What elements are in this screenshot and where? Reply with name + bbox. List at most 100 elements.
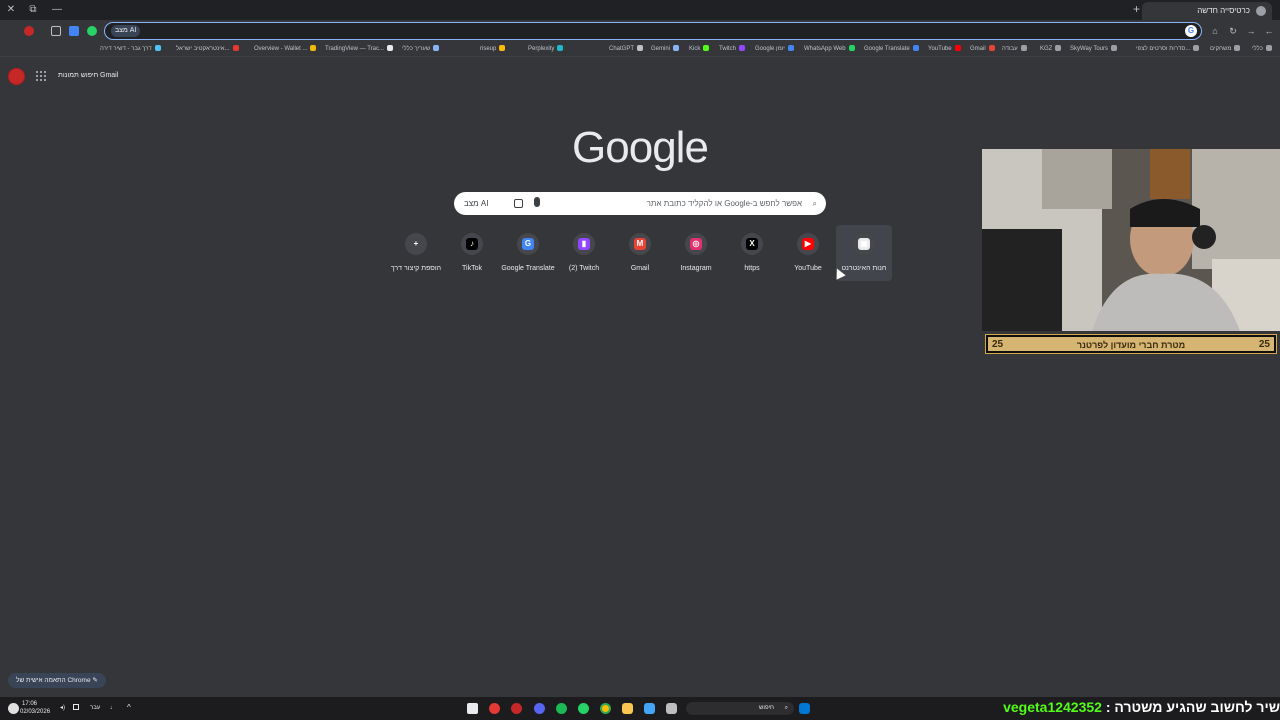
bookmark-item[interactable]: עבודה (1002, 45, 1027, 54)
folder-icon (1020, 45, 1027, 52)
restore-window-icon[interactable]: ⧉ (26, 3, 40, 17)
bookmark-item[interactable]: Google יומן (755, 45, 794, 54)
translate-extension-icon[interactable] (69, 26, 79, 36)
tab-new-tab[interactable]: כרטיסייה חדשה (1142, 2, 1272, 20)
app-icon-2[interactable] (489, 703, 500, 714)
gmail-link[interactable]: Gmail (100, 71, 118, 81)
mic-icon[interactable] (534, 197, 540, 207)
bookmark-item[interactable]: TradingView — Trac... (325, 45, 394, 54)
start-icon[interactable] (799, 703, 810, 714)
shortcut-tile[interactable]: G Google Translate (500, 230, 556, 282)
bookmark-item[interactable]: דרך גבר - דשיר דירה (100, 45, 161, 54)
tradingview-icon (387, 45, 394, 52)
app-icon-3[interactable] (511, 703, 522, 714)
app-icon-1[interactable] (467, 703, 478, 714)
tray-chevron-icon[interactable]: ^ (127, 704, 131, 712)
notification-icon[interactable] (8, 703, 19, 714)
shortcut-icon-bg: M (629, 233, 651, 255)
chatgpt-icon (637, 45, 644, 52)
webcam-overlay (982, 149, 1280, 331)
new-tab-button[interactable]: + (1133, 2, 1140, 16)
goal-label: מטרת חברי מועדון לפרטנר (1076, 340, 1186, 350)
close-window-icon[interactable]: ✕ (4, 3, 18, 17)
customize-chrome-button[interactable]: התאמה אישית של Chrome ✎ (8, 673, 106, 688)
bookmark-item[interactable]: משחקים (1210, 45, 1241, 54)
shortcut-tile[interactable]: ♪ TikTok (444, 230, 500, 282)
shortcut-tile[interactable]: Xhttps (724, 230, 780, 282)
shortcut-label: הוספת קיצור דרך (390, 265, 442, 272)
youtube-icon (954, 45, 961, 52)
shortcut-tile[interactable]: M Gmail (612, 230, 668, 282)
bookmark-item[interactable]: כללי (1252, 45, 1272, 54)
task-view-icon[interactable] (666, 703, 677, 714)
bookmark-item[interactable]: KGZ (1040, 45, 1062, 54)
bookmark-item[interactable]: Gemini (651, 45, 680, 54)
images-link[interactable]: חיפוש תמונות (58, 71, 98, 81)
bookmark-item[interactable]: Perplexity (528, 45, 564, 54)
google-lens-icon[interactable]: G (1185, 25, 1197, 37)
reload-icon[interactable]: ↻ (1228, 26, 1238, 36)
bookmark-item[interactable]: WhatsApp Web (804, 45, 855, 54)
language-indicator[interactable]: עבר (90, 705, 100, 712)
home-icon[interactable]: ⌂ (1210, 26, 1220, 36)
pencil-icon: ✎ (92, 677, 98, 684)
mic-tray-icon[interactable]: ♩ (110, 705, 116, 712)
whatsapp-icon[interactable] (578, 703, 589, 714)
bookmark-label: Overview - Wallet ... (254, 46, 308, 52)
whatsapp-extension-icon[interactable] (87, 26, 97, 36)
tab-title: כרטיסייה חדשה (1197, 6, 1250, 15)
taskbar-search[interactable]: חיפוש ⌕ (686, 702, 794, 715)
shortcut-icon-bg: ▣ (853, 233, 875, 255)
bookmark-item[interactable]: Overview - Wallet ... (254, 45, 317, 54)
spotify-icon[interactable] (556, 703, 567, 714)
shortcut-icon-bg: G (517, 233, 539, 255)
bookmark-item[interactable]: riseup (480, 45, 506, 54)
address-bar[interactable]: מצב AI G (104, 22, 1202, 40)
bank-icon (232, 45, 239, 52)
chrome-icon[interactable] (600, 703, 611, 714)
discord-icon[interactable] (534, 703, 545, 714)
taskbar-search-label: חיפוש (759, 705, 774, 711)
volume-icon[interactable]: ◂) (60, 705, 65, 712)
bookmark-label: Gemini (651, 46, 671, 52)
bookmark-label: Twitch (719, 46, 737, 52)
lens-icon[interactable] (514, 199, 523, 208)
bookmark-item[interactable]: YouTube (928, 45, 961, 54)
translate-icon (912, 45, 919, 52)
bookmark-item[interactable]: Twitch (719, 45, 746, 54)
bookmark-item[interactable]: Gmail (970, 45, 995, 54)
shortcut-tile[interactable]: ▶ YouTube (780, 230, 836, 282)
bookmark-item[interactable]: ChatGPT (609, 45, 644, 54)
bookmark-label: Google Translate (864, 46, 910, 52)
bookmark-label: WhatsApp Web (804, 46, 846, 52)
bookmark-item[interactable]: אינטראקטיב ישראל... (176, 45, 239, 54)
webstore-icon: ▣ (858, 238, 870, 250)
network-icon[interactable] (73, 704, 79, 710)
bookmark-item[interactable]: SkyWay Tours (1070, 45, 1118, 54)
search-input[interactable]: אפשר לחפש ב-Google או להקליד כתובת אתר (647, 192, 802, 215)
profile-icon[interactable] (24, 26, 34, 36)
bookmark-item[interactable]: Kick (689, 45, 710, 54)
file-explorer-icon[interactable] (622, 703, 633, 714)
extensions-icon[interactable] (51, 26, 61, 36)
taskbar-date[interactable]: 02/03/2026 (20, 709, 50, 716)
back-icon[interactable]: ← (1264, 26, 1274, 36)
store-icon[interactable] (644, 703, 655, 714)
ai-mode-chip[interactable]: מצב AI (111, 25, 141, 37)
chat-ticker: שיר לחשוב שהגיע משטרה : vegeta1242352 (980, 697, 1280, 720)
bookmark-label: TradingView — Trac... (325, 46, 385, 52)
shortcut-tile[interactable]: + הוספת קיצור דרך (388, 230, 444, 282)
shortcut-tile[interactable]: ▮ (2) Twitch (556, 230, 612, 282)
taskbar-time[interactable]: 17:06 (22, 701, 37, 708)
minimize-window-icon[interactable]: — (50, 3, 64, 17)
bookmark-item[interactable]: סדרות וסרטים לצפי... (1136, 45, 1200, 54)
forward-icon[interactable]: → (1246, 26, 1256, 36)
search-box[interactable]: מצב AI אפשר לחפש ב-Google או להקליד כתוב… (454, 192, 826, 215)
avatar[interactable] (8, 68, 25, 85)
bookmark-item[interactable]: שעריך כללי (402, 45, 440, 54)
shortcut-tile[interactable]: ◎ Instagram (668, 230, 724, 282)
ai-mode-button[interactable]: מצב AI (464, 192, 488, 215)
bookmark-item[interactable]: Google Translate (864, 45, 919, 54)
apps-grid-icon[interactable] (36, 71, 46, 81)
bookmark-label: Kick (689, 46, 701, 52)
